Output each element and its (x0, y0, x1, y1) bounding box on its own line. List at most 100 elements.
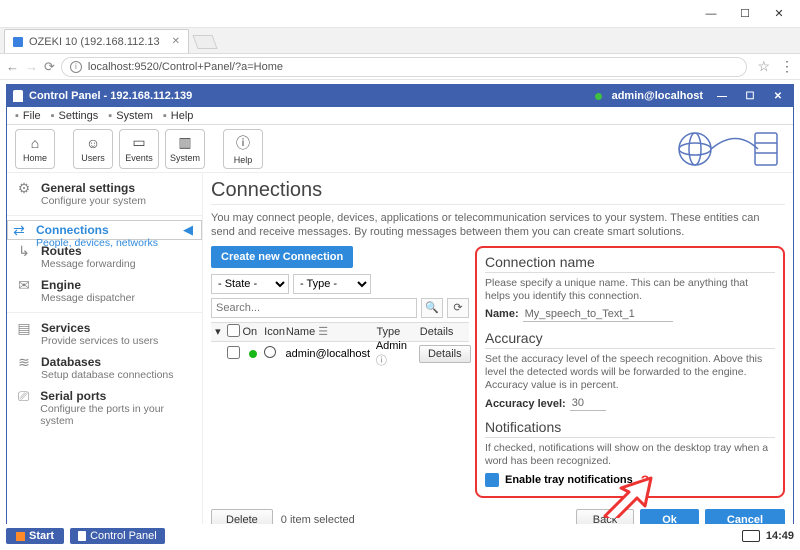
services-icon: ▤ (15, 321, 33, 347)
cp-minimize[interactable]: — (713, 91, 731, 102)
type-filter[interactable]: - Type - (293, 274, 371, 294)
os-close[interactable]: ✕ (762, 4, 796, 24)
help-question-icon[interactable]: ? (641, 472, 650, 488)
serial-icon: ⎚ (15, 389, 32, 427)
os-minimize[interactable]: — (694, 4, 728, 24)
system-icon: ▥ (178, 134, 191, 151)
sidebar-item-label: Databases (41, 355, 174, 369)
globe-server-illustration (673, 127, 783, 171)
section-accuracy-desc: Set the accuracy level of the speech rec… (485, 353, 775, 392)
nav-reload-icon[interactable]: ⟳ (44, 59, 55, 75)
clock: 14:49 (766, 530, 794, 542)
state-filter[interactable]: - State - (211, 274, 289, 294)
row-name: admin@localhost (286, 348, 376, 360)
browser-toolbar: ← → ⟳ i localhost:9520/Control+Panel/?a=… (0, 54, 800, 80)
accuracy-input[interactable] (570, 396, 606, 411)
menu-file[interactable]: ▪File (11, 110, 45, 122)
sidebar-item-general[interactable]: ⚙ General settingsConfigure your system (7, 177, 202, 211)
section-notif-head: Notifications (485, 419, 775, 438)
create-connection-button[interactable]: Create new Connection (211, 246, 353, 268)
page-description: You may connect people, devices, applica… (211, 211, 785, 240)
sidebar-item-serial[interactable]: ⎚ Serial portsConfigure the ports in you… (7, 385, 202, 431)
status-online-icon (249, 350, 257, 358)
page-title: Connections (211, 179, 785, 202)
browser-tabbar: OZEKI 10 (192.168.112.13 ✕ (0, 28, 800, 54)
databases-icon: ≋ (15, 355, 33, 381)
tb-system[interactable]: ▥System (165, 129, 205, 169)
new-tab-button[interactable] (193, 35, 218, 49)
menu-settings[interactable]: ▪Settings (47, 110, 103, 122)
status-online-icon (595, 93, 602, 100)
sidebar-item-services[interactable]: ▤ ServicesProvide services to users (7, 317, 202, 351)
cp-menubar: ▪File ▪Settings ▪System ▪Help (7, 107, 793, 125)
sidebar: ⚙ General settingsConfigure your system … (7, 173, 203, 535)
cp-task-icon (78, 531, 86, 541)
main-content: Connections You may connect people, devi… (203, 173, 793, 535)
browser-tab[interactable]: OZEKI 10 (192.168.112.13 ✕ (4, 29, 189, 53)
search-input[interactable] (211, 298, 417, 318)
sidebar-item-engine[interactable]: ✉ EngineMessage dispatcher (7, 274, 202, 308)
col-name[interactable]: Name ☰ (286, 325, 377, 338)
gear-icon: ⚙ (15, 181, 33, 207)
sidebar-item-label: Routes (41, 244, 136, 258)
row-details-button[interactable]: Details (419, 345, 471, 363)
sidebar-item-connections[interactable]: ⇄ ConnectionsPeople, devices, networks ◀ (7, 220, 202, 240)
sidebar-item-label: Engine (41, 278, 135, 292)
cp-logo-icon (13, 90, 23, 102)
user-icon (264, 346, 276, 358)
row-checkbox[interactable] (227, 346, 240, 359)
cp-close[interactable]: ✕ (769, 91, 787, 102)
table-row[interactable]: admin@localhost Admin ⓘ Details (211, 342, 469, 366)
connections-icon: ⇄ (10, 223, 28, 237)
control-panel-window: Control Panel - 192.168.112.139 admin@lo… (6, 84, 794, 536)
routes-icon: ↳ (15, 244, 33, 270)
events-icon: ▭ (132, 134, 145, 151)
favicon (13, 37, 23, 47)
url-text: localhost:9520/Control+Panel/?a=Home (88, 61, 283, 73)
cp-title-text: Control Panel - 192.168.112.139 (29, 90, 192, 102)
sidebar-item-databases[interactable]: ≋ DatabasesSetup database connections (7, 351, 202, 385)
search-go-button[interactable]: 🔍 (421, 298, 443, 318)
start-icon (16, 532, 25, 541)
taskbar-control-panel[interactable]: Control Panel (70, 528, 165, 544)
col-type[interactable]: Type (376, 326, 419, 338)
section-notif-desc: If checked, notifications will show on t… (485, 442, 775, 468)
site-info-icon[interactable]: i (70, 61, 82, 73)
tb-help[interactable]: ⓘHelp (223, 129, 263, 169)
bookmark-star-icon[interactable]: ☆ (757, 58, 770, 75)
name-label: Name: (485, 308, 519, 320)
os-maximize[interactable]: ☐ (728, 4, 762, 24)
menu-system[interactable]: ▪System (104, 110, 157, 122)
sidebar-item-label: General settings (41, 181, 146, 195)
browser-menu-icon[interactable]: ⋮ (780, 58, 794, 75)
home-icon: ⌂ (31, 135, 39, 151)
col-icon[interactable]: Icon (264, 326, 286, 338)
cp-maximize[interactable]: ☐ (741, 91, 759, 102)
users-icon: ☺ (86, 135, 100, 151)
help-icon: ⓘ (236, 133, 250, 153)
section-name-head: Connection name (485, 254, 775, 273)
sidebar-item-label: Serial ports (40, 389, 194, 403)
menu-help[interactable]: ▪Help (159, 110, 198, 122)
tb-users[interactable]: ☺Users (73, 129, 113, 169)
section-accuracy-head: Accuracy (485, 330, 775, 349)
tb-home[interactable]: ⌂Home (15, 129, 55, 169)
grid-header: ▾ On Icon Name ☰ Type Details (211, 322, 469, 342)
sidebar-item-label: Services (41, 321, 158, 335)
name-input[interactable] (523, 307, 673, 322)
url-bar[interactable]: i localhost:9520/Control+Panel/?a=Home (61, 57, 748, 77)
cp-user: admin@localhost (612, 90, 703, 102)
tray-notif-checkbox[interactable] (485, 473, 499, 487)
select-all-checkbox[interactable] (227, 324, 240, 337)
nav-fwd-icon[interactable]: → (25, 59, 38, 74)
reload-button[interactable]: ⟳ (447, 298, 469, 318)
sidebar-item-label: Connections (36, 223, 158, 237)
tb-events[interactable]: ▭Events (119, 129, 159, 169)
connections-panel: Create new Connection - State - - Type -… (211, 246, 469, 499)
col-on[interactable]: On (243, 326, 265, 338)
nav-back-icon[interactable]: ← (6, 59, 19, 74)
keyboard-icon[interactable] (742, 530, 760, 542)
tab-close-icon[interactable]: ✕ (172, 36, 180, 47)
col-details[interactable]: Details (420, 326, 469, 338)
start-button[interactable]: Start (6, 528, 64, 544)
